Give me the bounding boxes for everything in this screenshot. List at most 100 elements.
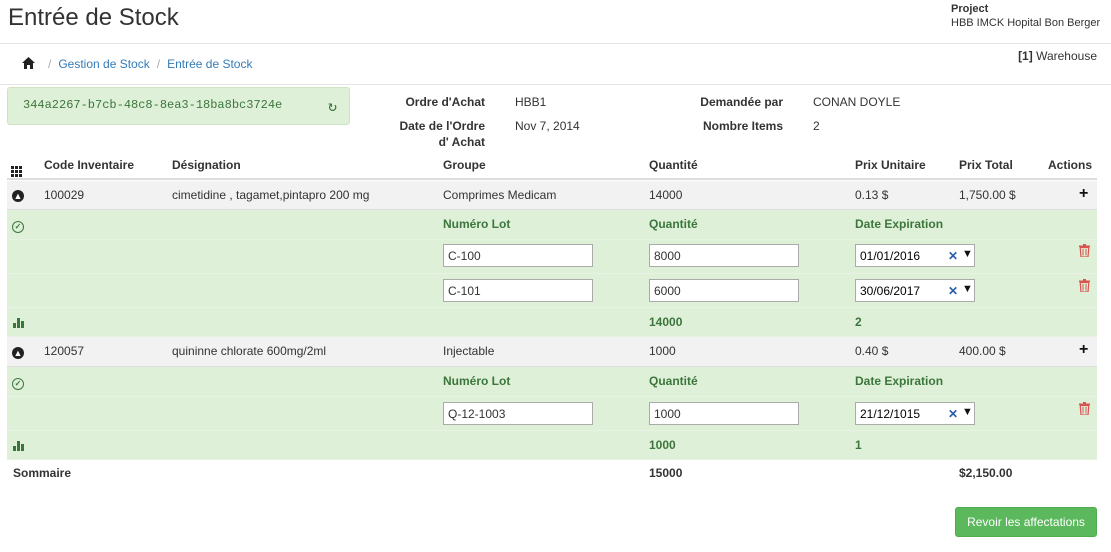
lot-header-row: ✓ Numéro Lot Quantité Date Expiration xyxy=(7,210,1097,240)
lot-row: ✕ ▼ xyxy=(7,240,1097,274)
lot-numero-input[interactable] xyxy=(443,402,593,425)
clear-icon[interactable]: ✕ xyxy=(948,407,958,421)
summary-row: Sommaire 15000 $2,150.00 xyxy=(7,460,1097,486)
breadcrumb-gestion-stock[interactable]: Gestion de Stock xyxy=(58,57,149,71)
lot-col-quantite: Quantité xyxy=(649,217,698,231)
lot-quantite-input[interactable] xyxy=(649,279,799,302)
project-info: Project HBB IMCK Hopital Bon Berger xyxy=(951,2,1100,30)
breadcrumb: / Gestion de Stock / Entrée de Stock xyxy=(22,56,252,72)
lot-quantite-input[interactable] xyxy=(649,244,799,267)
nombre-items-label: Nombre Items xyxy=(702,119,783,133)
dropdown-arrow-icon[interactable]: ▼ xyxy=(962,248,973,260)
lot-total-row: 1000 1 xyxy=(7,431,1097,460)
trash-icon[interactable] xyxy=(1079,402,1090,418)
breadcrumb-separator: / xyxy=(156,57,161,71)
col-groupe[interactable]: Groupe xyxy=(443,158,486,172)
item-quantite: 1000 xyxy=(649,344,676,358)
date-ordre-value: Nov 7, 2014 xyxy=(515,119,580,133)
date-ordre-label: Date de l'Ordre d' Achat xyxy=(380,118,485,150)
lot-date-field[interactable]: ✕ ▼ xyxy=(855,279,975,302)
breadcrumb-divider xyxy=(0,84,1111,85)
lot-col-date-expiration: Date Expiration xyxy=(855,217,944,231)
nombre-items-value: 2 xyxy=(813,119,820,133)
summary-label: Sommaire xyxy=(13,466,72,480)
col-quantite[interactable]: Quantité xyxy=(649,158,698,172)
item-groupe: Injectable xyxy=(443,344,495,358)
lot-total-count: 2 xyxy=(855,315,862,329)
add-lot-icon[interactable]: + xyxy=(1079,341,1088,359)
bar-chart-icon xyxy=(13,317,24,331)
collapse-icon[interactable]: ▲ xyxy=(12,188,24,202)
demandee-par-value: CONAN DOYLE xyxy=(813,95,901,109)
lot-col-date-expiration: Date Expiration xyxy=(855,374,944,388)
lot-col-numero: Numéro Lot xyxy=(443,374,511,388)
lot-date-field[interactable]: ✕ ▼ xyxy=(855,402,975,425)
uuid-box: 344a2267-b7cb-48c8-8ea3-18ba8bc3724e ↻ xyxy=(7,87,350,125)
home-icon[interactable] xyxy=(22,56,35,72)
item-prix-total: 400.00 $ xyxy=(959,344,1006,358)
warehouse-index: [1] xyxy=(1018,49,1033,63)
grid-icon[interactable] xyxy=(11,158,22,177)
lot-numero-input[interactable] xyxy=(443,279,593,302)
date-ordre-label-line1: Date de l'Ordre xyxy=(399,119,485,133)
clear-icon[interactable]: ✕ xyxy=(948,284,958,298)
check-circle-icon: ✓ xyxy=(12,375,24,390)
warehouse-indicator[interactable]: [1] Warehouse xyxy=(1018,49,1097,63)
item-designation: quininne chlorate 600mg/2ml xyxy=(172,344,327,358)
ordre-achat-label: Ordre d'Achat xyxy=(405,95,485,109)
document-uuid: 344a2267-b7cb-48c8-8ea3-18ba8bc3724e xyxy=(23,98,283,112)
item-prix-total: 1,750.00 $ xyxy=(959,188,1016,202)
lot-total-count: 1 xyxy=(855,438,862,452)
col-designation[interactable]: Désignation xyxy=(172,158,241,172)
bar-chart-icon xyxy=(13,440,24,454)
lot-row: ✕ ▼ xyxy=(7,274,1097,308)
check-circle-icon: ✓ xyxy=(12,218,24,233)
collapse-icon[interactable]: ▲ xyxy=(12,345,24,359)
project-label: Project xyxy=(951,3,989,15)
summary-quantite: 15000 xyxy=(649,466,683,480)
lot-col-numero: Numéro Lot xyxy=(443,217,511,231)
date-ordre-label-line2: d' Achat xyxy=(438,135,485,149)
header-divider xyxy=(0,43,1111,44)
table-row[interactable]: ▲ 100029 cimetidine , tagamet,pintapro 2… xyxy=(7,181,1097,210)
lot-row: ✕ ▼ xyxy=(7,397,1097,431)
lot-date-field[interactable]: ✕ ▼ xyxy=(855,244,975,267)
lot-total-quantite: 1000 xyxy=(649,438,676,452)
lot-col-quantite: Quantité xyxy=(649,374,698,388)
trash-icon[interactable] xyxy=(1079,279,1090,295)
lot-header-row: ✓ Numéro Lot Quantité Date Expiration xyxy=(7,367,1097,397)
col-prix-unitaire[interactable]: Prix Unitaire xyxy=(855,158,926,172)
refresh-icon[interactable]: ↻ xyxy=(328,97,337,116)
lot-date-input[interactable] xyxy=(856,403,942,424)
lot-date-input[interactable] xyxy=(856,245,942,266)
summary-prix-total: $2,150.00 xyxy=(959,466,1013,480)
col-code-inventaire[interactable]: Code Inventaire xyxy=(44,158,134,172)
lot-date-input[interactable] xyxy=(856,280,942,301)
revoir-affectations-button[interactable]: Revoir les affectations xyxy=(955,507,1097,537)
item-code: 120057 xyxy=(44,344,85,358)
breadcrumb-separator: / xyxy=(48,57,52,71)
lot-total-quantite: 14000 xyxy=(649,315,683,329)
page-title: Entrée de Stock xyxy=(8,4,179,31)
lot-total-row: 14000 2 xyxy=(7,308,1097,337)
demandee-par-label: Demandée par xyxy=(700,95,783,109)
item-quantite: 14000 xyxy=(649,188,683,202)
col-prix-total[interactable]: Prix Total xyxy=(959,158,1013,172)
col-actions: Actions xyxy=(1048,158,1093,172)
dropdown-arrow-icon[interactable]: ▼ xyxy=(962,406,973,418)
table-header: Code Inventaire Désignation Groupe Quant… xyxy=(7,152,1097,180)
table-row[interactable]: ▲ 120057 quininne chlorate 600mg/2ml Inj… xyxy=(7,337,1097,367)
clear-icon[interactable]: ✕ xyxy=(948,249,958,263)
warehouse-name: Warehouse xyxy=(1036,49,1097,63)
item-designation: cimetidine , tagamet,pintapro 200 mg xyxy=(172,188,370,202)
trash-icon[interactable] xyxy=(1079,244,1090,260)
item-prix-unitaire: 0.13 $ xyxy=(855,188,889,202)
item-groupe: Comprimes Medicam xyxy=(443,188,557,202)
lot-numero-input[interactable] xyxy=(443,244,593,267)
breadcrumb-entree-stock[interactable]: Entrée de Stock xyxy=(167,57,252,71)
lot-quantite-input[interactable] xyxy=(649,402,799,425)
project-name: HBB IMCK Hopital Bon Berger xyxy=(951,17,1101,29)
item-prix-unitaire: 0.40 $ xyxy=(855,344,889,358)
add-lot-icon[interactable]: + xyxy=(1079,185,1088,203)
dropdown-arrow-icon[interactable]: ▼ xyxy=(962,283,973,295)
